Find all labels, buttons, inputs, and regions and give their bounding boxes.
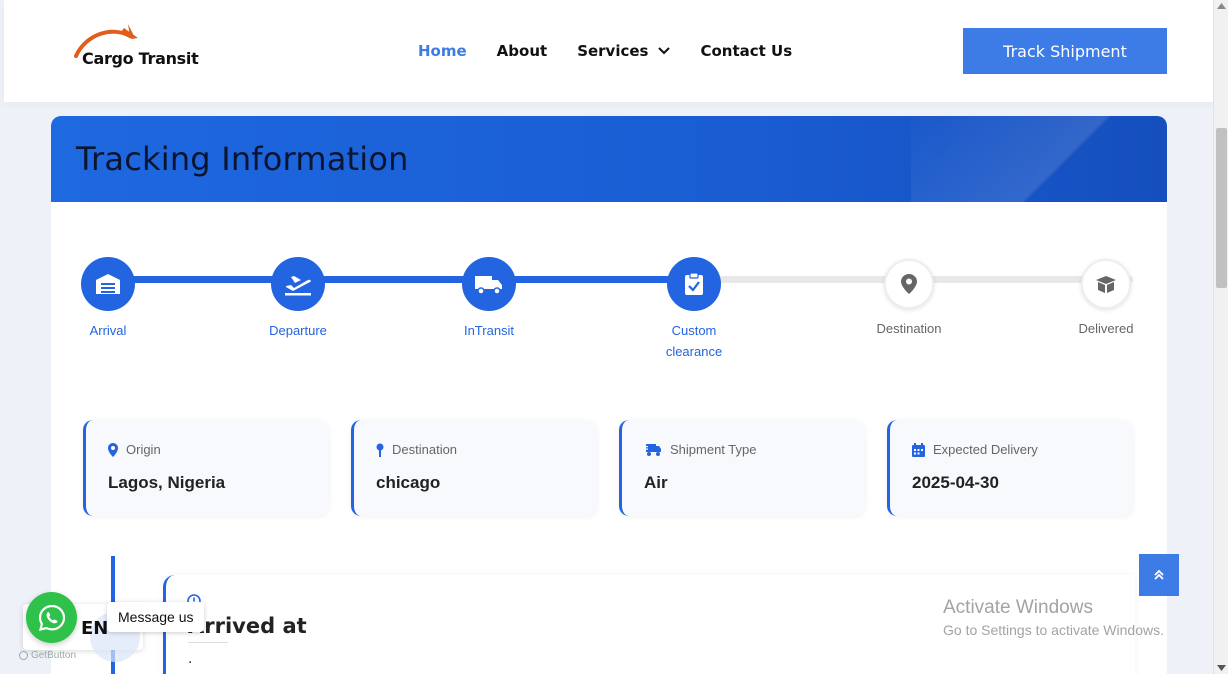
map-marker-icon [108,442,118,457]
info-destination: Destination chicago [351,420,597,516]
getbutton-credit[interactable]: GetButton [19,650,76,661]
nav-about-label: About [496,42,548,60]
card-header: Tracking Information [51,116,1167,202]
scroll-up-arrow-icon[interactable] [1217,3,1226,9]
timeline-underline [188,642,228,643]
track-shipment-button[interactable]: Track Shipment [963,28,1167,74]
step-circle [667,257,721,311]
logo-text: Cargo Transit [82,49,199,68]
map-pin-icon [901,274,917,294]
truck-fast-icon [644,443,662,457]
activate-windows-title: Activate Windows [943,597,1093,618]
info-label-text: Expected Delivery [933,442,1038,457]
nav-contact[interactable]: Contact Us [700,42,792,60]
info-value: 2025-04-30 [912,473,999,492]
whatsapp-icon [38,604,65,631]
info-label-text: Shipment Type [670,442,757,457]
info-label: Shipment Type [644,442,756,457]
main-nav: Home About Services Contact Us [418,42,822,60]
step-label: Delivered [1078,321,1134,336]
scrollbar-thumb[interactable] [1216,128,1227,288]
nav-contact-label: Contact Us [700,42,793,60]
getbutton-label: GetButton [31,650,77,661]
scroll-down-arrow-icon[interactable] [1217,665,1226,671]
box-open-icon [1096,276,1116,293]
step-custom-clearance: Custom clearance [639,257,749,362]
calendar-icon [912,442,925,457]
whatsapp-button[interactable] [26,592,77,643]
info-label-text: Destination [392,442,458,457]
timeline-detail: . [188,650,193,667]
info-label: Expected Delivery [912,442,1038,457]
info-expected-delivery: Expected Delivery 2025-04-30 [887,420,1133,516]
info-label: Destination [376,442,457,457]
timeline-title: Arrived at [188,614,307,638]
info-value: Air [644,473,668,492]
step-circle [884,259,934,309]
info-label: Origin [108,442,161,457]
truck-icon [475,276,502,295]
step-delivered: Delivered [1051,259,1161,339]
info-shipment-type: Shipment Type Air [619,420,865,516]
plane-departure-icon [285,276,311,296]
warehouse-icon [96,274,120,294]
language-label[interactable]: EN [81,618,108,639]
back-to-top-button[interactable] [1139,554,1179,596]
step-intransit: InTransit [434,257,544,341]
site-header: Cargo Transit Home About Services Contac… [4,0,1213,102]
getbutton-logo-icon [19,651,28,660]
nav-services[interactable]: Services [577,42,671,60]
step-label: Custom clearance [665,323,723,359]
info-origin: Origin Lagos, Nigeria [83,420,329,516]
logo[interactable]: Cargo Transit [72,24,202,74]
info-label-text: Origin [126,442,161,457]
step-label: Destination [876,321,942,336]
step-departure: Departure [243,257,353,341]
map-pin-icon [376,443,384,457]
nav-home-label: Home [418,42,467,60]
clipboard-check-icon [685,272,703,295]
step-label: InTransit [463,323,515,338]
chevron-down-icon [658,47,671,55]
info-value: chicago [376,473,441,492]
step-destination: Destination [854,259,964,339]
nav-home[interactable]: Home [418,42,467,60]
step-arrival: Arrival [53,257,163,341]
message-us-tooltip[interactable]: Message us [107,602,205,632]
header-sheen [911,116,1167,202]
nav-about[interactable]: About [497,42,548,60]
page-scrollbar[interactable] [1213,0,1228,674]
double-chevron-up-icon [1154,569,1164,580]
step-circle [1081,259,1131,309]
activate-windows-subtitle: Go to Settings to activate Windows. [943,622,1164,638]
step-circle [462,257,516,311]
page-title: Tracking Information [76,140,409,178]
nav-services-label: Services [577,42,649,60]
activate-windows-watermark: Activate Windows Go to Settings to activ… [943,597,1164,638]
step-label: Arrival [89,323,127,338]
step-circle [271,257,325,311]
progress-fill [108,276,696,283]
step-label: Departure [269,323,327,338]
step-circle [81,257,135,311]
info-value: Lagos, Nigeria [108,473,226,492]
